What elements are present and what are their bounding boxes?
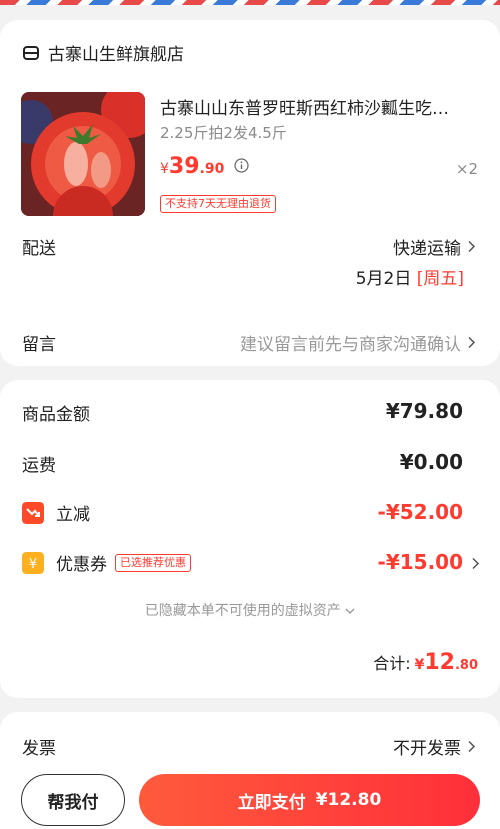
product-spec: 2.25斤拍2发4.5斤 (160, 124, 287, 142)
total-integer: 12 (424, 650, 455, 675)
no-return-tag: 不支持7天无理由退货 (160, 195, 276, 213)
bottom-action-bar: 帮我付 立即支付 ¥12.80 (0, 764, 500, 829)
note-placeholder: 建议留言前先与商家沟通确认 (240, 335, 461, 355)
coupon-label: 优惠券 (56, 555, 107, 575)
price-decimal: .90 (199, 161, 225, 177)
discount-row: 立减 (22, 500, 90, 525)
pay-now-label: 立即支付 (237, 792, 306, 813)
invoice-value: 不开发票 (393, 739, 461, 759)
shop-header[interactable]: 古寨山生鲜旗舰店 (22, 40, 184, 65)
total-decimal: .80 (454, 658, 478, 673)
pay-amount: ¥12.80 (315, 790, 382, 810)
chevron-right-icon (468, 740, 476, 753)
svg-text:¥: ¥ (29, 557, 37, 572)
quantity: ×2 (455, 160, 478, 178)
total-row: 合计: ¥ 12 .80 (373, 650, 478, 675)
airmail-stripe (0, 0, 500, 5)
chevron-right-icon (468, 336, 476, 349)
discount-label: 立减 (56, 505, 90, 525)
coupon-value[interactable]: -¥15.00 (378, 550, 463, 574)
note-field[interactable]: 建议留言前先与商家沟通确认 (240, 330, 476, 355)
shipping-value: ¥0.00 (399, 450, 463, 474)
delivery-weekday: [周五] (416, 269, 464, 289)
goods-amount-value: ¥79.80 (385, 399, 463, 423)
invoice-label: 发票 (22, 739, 56, 759)
price-integer: 39 (168, 154, 200, 179)
price-symbol: ¥ (160, 161, 169, 177)
pay-now-button[interactable]: 立即支付 ¥12.80 (139, 774, 480, 826)
product-price: ¥ 39 .90 (160, 154, 249, 179)
total-symbol: ¥ (414, 657, 425, 673)
shop-icon (23, 45, 39, 60)
product-title[interactable]: 古寨山山东普罗旺斯西红柿沙瓤生吃… (160, 94, 480, 119)
coupon-row[interactable]: ¥ 优惠券 已选推荐优惠 (22, 550, 191, 575)
total-label: 合计: (373, 654, 411, 673)
delivery-date-text: 5月2日 (355, 269, 412, 289)
discount-value: -¥52.00 (377, 500, 463, 524)
note-label: 留言 (22, 335, 56, 355)
hidden-assets-toggle[interactable]: 已隐藏本单不可使用的虚拟资产 (0, 600, 500, 620)
chevron-down-icon (345, 608, 355, 614)
goods-amount-label: 商品金额 (22, 405, 90, 425)
delivery-date: 5月2日 [周五] (356, 264, 464, 289)
delivery-label: 配送 (22, 239, 56, 259)
discount-icon (22, 501, 44, 524)
price-summary-card: 商品金额 ¥79.80 运费 ¥0.00 立减 -¥52.00 ¥ 优惠券 已选… (0, 380, 500, 698)
invoice-selector[interactable]: 不开发票 (393, 734, 476, 759)
shipping-label: 运费 (22, 456, 56, 476)
coupon-icon: ¥ (22, 551, 44, 574)
delivery-method[interactable]: 快递运输 (393, 234, 476, 259)
shop-name: 古寨山生鲜旗舰店 (48, 45, 184, 65)
info-icon[interactable] (234, 158, 249, 173)
hidden-assets-text: 已隐藏本单不可使用的虚拟资产 (144, 603, 341, 619)
product-image[interactable] (21, 92, 145, 216)
coupon-tag: 已选推荐优惠 (115, 553, 191, 572)
delivery-method-text: 快递运输 (393, 239, 461, 259)
chevron-right-icon (472, 557, 480, 570)
order-item-card: 古寨山生鲜旗舰店 古寨山山东普罗旺斯西红柿沙瓤生吃… 2.25斤拍2发4.5斤 … (0, 20, 500, 366)
chevron-right-icon (468, 240, 476, 253)
help-me-pay-button[interactable]: 帮我付 (21, 774, 125, 826)
